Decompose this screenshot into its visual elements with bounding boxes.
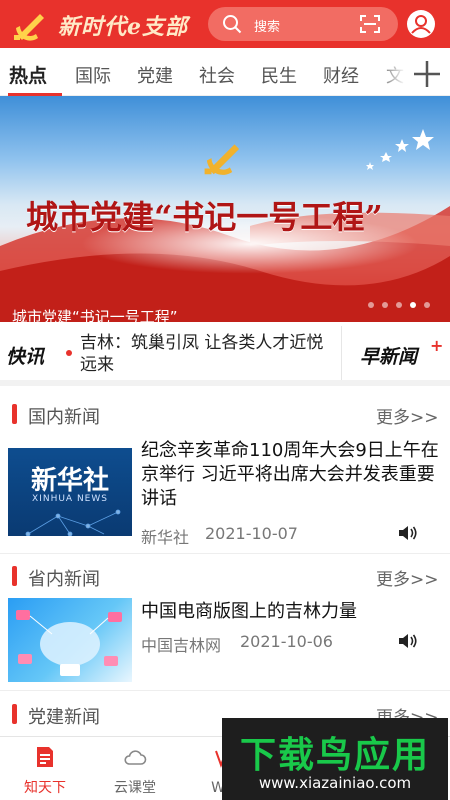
carousel-dots: [368, 302, 438, 310]
article-date: 2021-10-07: [205, 524, 298, 543]
user-avatar-icon[interactable]: [406, 9, 436, 39]
thumbnail-network-graphic: [25, 509, 121, 536]
scan-icon[interactable]: [360, 15, 380, 33]
tab-international[interactable]: 国际: [75, 62, 111, 88]
carousel-dot-active[interactable]: [410, 302, 416, 308]
express-bullet: [66, 350, 72, 356]
tab-livelihood[interactable]: 民生: [261, 62, 297, 88]
search-placeholder: 搜索: [254, 20, 281, 35]
speaker-icon[interactable]: [398, 525, 418, 541]
tab-party-building[interactable]: 党建: [137, 62, 173, 88]
app-title: 新时代e支部: [58, 14, 188, 40]
banner-caption: 城市党建“书记一号工程”: [12, 308, 178, 322]
carousel-dot[interactable]: [368, 302, 374, 308]
section-marker: [12, 404, 17, 424]
watermark-overlay: 下载鸟应用 www.xiazainiao.com: [222, 718, 448, 800]
more-link[interactable]: 更多>>: [376, 403, 439, 428]
watermark-url: www.xiazainiao.com: [258, 774, 412, 792]
search-icon: [223, 15, 242, 34]
top-header: 新时代e支部 搜索: [0, 0, 450, 48]
section-title: 省内新闻: [28, 569, 100, 590]
news-article[interactable]: 新华社 XINHUA NEWS 纪念辛亥革命110周年大会9日上午在京举行 习近…: [0, 436, 450, 552]
search-bar[interactable]: 搜索: [208, 7, 398, 41]
section-title: 国内新闻: [28, 407, 100, 428]
tab-hot[interactable]: 热点: [9, 61, 47, 88]
article-source: 新华社: [141, 528, 190, 547]
thumbnail-logo-subtext: XINHUA NEWS: [32, 494, 108, 504]
section-marker: [12, 566, 17, 586]
party-emblem-icon: [14, 14, 44, 41]
express-headline[interactable]: 吉林：筑巢引凤 让各类人才近悦远来: [80, 332, 338, 376]
article-thumbnail: 新华社 XINHUA NEWS: [8, 448, 132, 536]
carousel-dot[interactable]: [396, 302, 402, 308]
divider: [0, 690, 450, 691]
thumbnail-logo-text: 新华社: [30, 466, 109, 496]
divider: [0, 553, 450, 554]
express-news-bar: 快讯 吉林：筑巢引凤 让各类人才近悦远来 早新闻 +: [0, 322, 450, 386]
article-source: 中国吉林网: [141, 636, 222, 655]
section-header-domestic: 国内新闻 更多>>: [0, 398, 450, 432]
morning-news-plus: +: [430, 336, 444, 355]
express-label: 快讯: [6, 346, 45, 368]
speaker-icon[interactable]: [398, 633, 418, 649]
tab-society[interactable]: 社会: [199, 62, 235, 88]
banner-carousel[interactable]: 城市党建“书记一号工程” 城市党建“书记一号工程”: [0, 96, 450, 322]
section-header-provincial: 省内新闻 更多>>: [0, 560, 450, 594]
watermark-title: 下载鸟应用: [239, 735, 430, 776]
section-marker: [12, 704, 17, 724]
add-channel-icon[interactable]: [411, 58, 443, 90]
article-date: 2021-10-06: [240, 632, 333, 651]
express-divider: [341, 326, 342, 380]
news-article[interactable]: 中国电商版图上的吉林力量 中国吉林网 2021-10-06: [0, 594, 450, 686]
section-title: 党建新闻: [28, 707, 100, 728]
nav-item-news[interactable]: 知天下: [0, 737, 90, 800]
article-title: 中国电商版图上的吉林力量: [141, 601, 357, 622]
article-thumbnail: [8, 598, 132, 682]
nav-label: 知天下: [24, 780, 66, 796]
thumbnail-ecommerce-graphic: [16, 610, 122, 676]
carousel-dot[interactable]: [424, 302, 430, 308]
more-link[interactable]: 更多>>: [376, 565, 439, 590]
nav-label: 云课堂: [114, 780, 156, 796]
article-title: 纪念辛亥革命110周年大会9日上午在京举行 习近平将出席大会并发表重要讲话: [141, 440, 439, 509]
morning-news-button[interactable]: 早新闻: [360, 342, 417, 369]
banner-headline: 城市党建“书记一号工程”: [26, 198, 383, 236]
carousel-dot[interactable]: [382, 302, 388, 308]
document-icon: [37, 747, 53, 767]
tab-finance[interactable]: 财经: [323, 62, 359, 88]
party-emblem-icon: [204, 144, 240, 175]
nav-item-cloud-class[interactable]: 云课堂: [90, 737, 180, 800]
cloud-icon: [124, 750, 147, 765]
app-root: { "header": { "app_title": "新时代e支部", "se…: [0, 0, 450, 800]
